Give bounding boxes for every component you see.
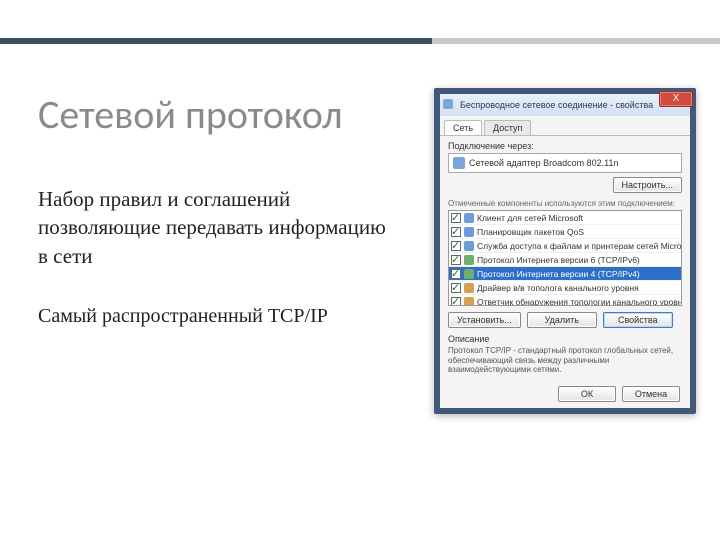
properties-button[interactable]: Свойства <box>603 312 673 328</box>
description-label: Описание <box>448 334 682 344</box>
titlebar[interactable]: Беспроводное сетевое соединение - свойст… <box>440 94 690 116</box>
list-item[interactable]: Планировщик пакетов QoS <box>449 225 681 239</box>
checkbox-icon[interactable] <box>451 213 461 223</box>
list-item-label: Ответчик обнаружения топологии канальног… <box>477 297 682 307</box>
window-icon <box>443 99 453 109</box>
tab-access[interactable]: Доступ <box>484 120 531 135</box>
list-item-label: Клиент для сетей Microsoft <box>477 213 583 223</box>
tabs-bar: Сеть Доступ <box>440 116 690 136</box>
close-button[interactable]: X <box>659 91 693 107</box>
install-button[interactable]: Установить... <box>448 312 521 328</box>
cancel-button[interactable]: Отмена <box>622 386 680 402</box>
checkbox-icon[interactable] <box>451 283 461 293</box>
network-properties-dialog: Беспроводное сетевое соединение - свойст… <box>434 88 696 414</box>
window-title: Беспроводное сетевое соединение - свойст… <box>444 100 653 110</box>
uninstall-button[interactable]: Удалить <box>527 312 597 328</box>
component-icon <box>464 269 474 279</box>
definition-text: Набор правил и соглашений позволяющие пе… <box>38 185 398 270</box>
component-icon <box>464 241 474 251</box>
list-item[interactable]: Служба доступа к файлам и принтерам сете… <box>449 239 681 253</box>
list-item-selected[interactable]: Протокол Интернета версии 4 (TCP/IPv4) <box>449 267 681 281</box>
list-item-label: Планировщик пакетов QoS <box>477 227 584 237</box>
checkbox-icon[interactable] <box>451 241 461 251</box>
components-list[interactable]: Клиент для сетей Microsoft Планировщик п… <box>448 210 682 306</box>
list-item[interactable]: Клиент для сетей Microsoft <box>449 211 681 225</box>
components-note: Отмеченные компоненты используются этим … <box>448 199 682 208</box>
list-item[interactable]: Ответчик обнаружения топологии канальног… <box>449 295 681 306</box>
slide-title: Сетевой протокол <box>38 90 343 139</box>
component-icon <box>464 227 474 237</box>
list-item-label: Драйвер в/в тополога канального уровня <box>477 283 639 293</box>
component-icon <box>464 213 474 223</box>
panel-body: Подключение через: Сетевой адаптер Broad… <box>440 136 690 377</box>
checkbox-icon[interactable] <box>451 255 461 265</box>
checkbox-icon[interactable] <box>451 227 461 237</box>
description-text: Протокол TCP/IP - стандартный протокол г… <box>448 346 682 375</box>
list-item-label: Протокол Интернета версии 4 (TCP/IPv4) <box>477 269 640 279</box>
adapter-box: Сетевой адаптер Broadcom 802.11n <box>448 153 682 173</box>
top-accent-bar <box>0 38 720 44</box>
component-icon <box>464 255 474 265</box>
list-item[interactable]: Драйвер в/в тополога канального уровня <box>449 281 681 295</box>
connect-via-label: Подключение через: <box>448 141 682 151</box>
configure-button[interactable]: Настроить... <box>613 177 682 193</box>
ok-button[interactable]: ОК <box>558 386 616 402</box>
checkbox-icon[interactable] <box>451 269 461 279</box>
list-item[interactable]: Протокол Интернета версии 6 (TCP/IPv6) <box>449 253 681 267</box>
component-icon <box>464 297 474 307</box>
list-item-label: Протокол Интернета версии 6 (TCP/IPv6) <box>477 255 640 265</box>
adapter-name: Сетевой адаптер Broadcom 802.11n <box>469 158 619 168</box>
tab-network[interactable]: Сеть <box>444 120 482 135</box>
popular-protocol-text: Самый распространенный TCP/IP <box>38 305 418 328</box>
adapter-icon <box>453 157 465 169</box>
component-icon <box>464 283 474 293</box>
list-item-label: Служба доступа к файлам и принтерам сете… <box>477 241 682 251</box>
checkbox-icon[interactable] <box>451 297 461 307</box>
